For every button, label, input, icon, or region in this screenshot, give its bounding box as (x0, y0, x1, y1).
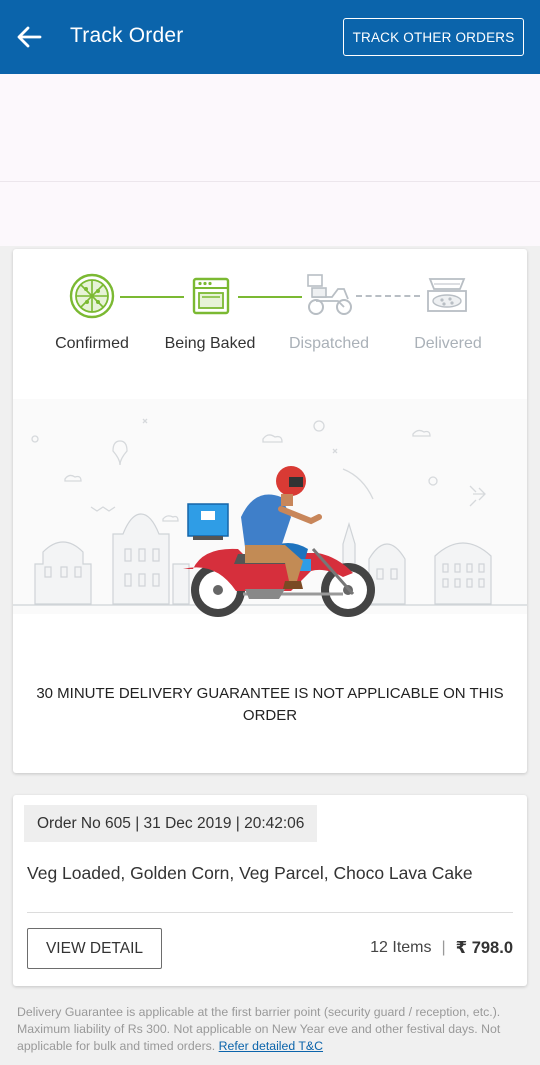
order-totals: 12 Items | ₹ 798.0 (370, 938, 513, 958)
pizza-box-icon (427, 278, 467, 312)
totals-separator: | (441, 939, 446, 956)
terms-link[interactable]: Refer detailed T&C (219, 1039, 323, 1053)
view-detail-button[interactable]: VIEW DETAIL (27, 928, 162, 969)
banner-divider (0, 181, 540, 182)
order-number-date: Order No 605 | 31 Dec 2019 | 20:42:06 (24, 805, 318, 842)
back-arrow-icon[interactable] (14, 22, 44, 52)
order-items-list: Veg Loaded, Golden Corn, Veg Parcel, Cho… (27, 863, 473, 883)
banner-area (0, 74, 540, 246)
step-label-dispatched: Dispatched (288, 335, 370, 352)
step-connector-3 (356, 295, 420, 297)
item-count: 12 Items (370, 939, 432, 956)
step-label-confirmed: Confirmed (55, 335, 129, 352)
delivery-scooter-icon (307, 274, 352, 315)
step-label-delivered: Delivered (414, 335, 482, 352)
step-connector-2 (238, 296, 302, 298)
delivery-rider-illustration (13, 399, 527, 639)
pizza-icon (69, 273, 115, 319)
order-divider (27, 912, 513, 913)
delivery-disclaimer: Delivery Guarantee is applicable at the … (17, 1004, 523, 1055)
app-bar: Track Order TRACK OTHER ORDERS (0, 0, 540, 74)
order-price: ₹ 798.0 (455, 939, 513, 957)
order-summary-card: Order No 605 | 31 Dec 2019 | 20:42:06 Ve… (13, 795, 527, 986)
track-other-orders-button[interactable]: TRACK OTHER ORDERS (343, 18, 524, 56)
oven-icon (192, 277, 230, 315)
page-title: Track Order (70, 24, 184, 47)
step-label-being-baked: Being Baked (164, 335, 256, 352)
delivery-guarantee-notice: 30 MINUTE DELIVERY GUARANTEE IS NOT APPL… (36, 685, 504, 724)
order-status-card: Confirmed Being Baked Dispatched Deliver… (13, 249, 527, 773)
step-connector-1 (120, 296, 184, 298)
